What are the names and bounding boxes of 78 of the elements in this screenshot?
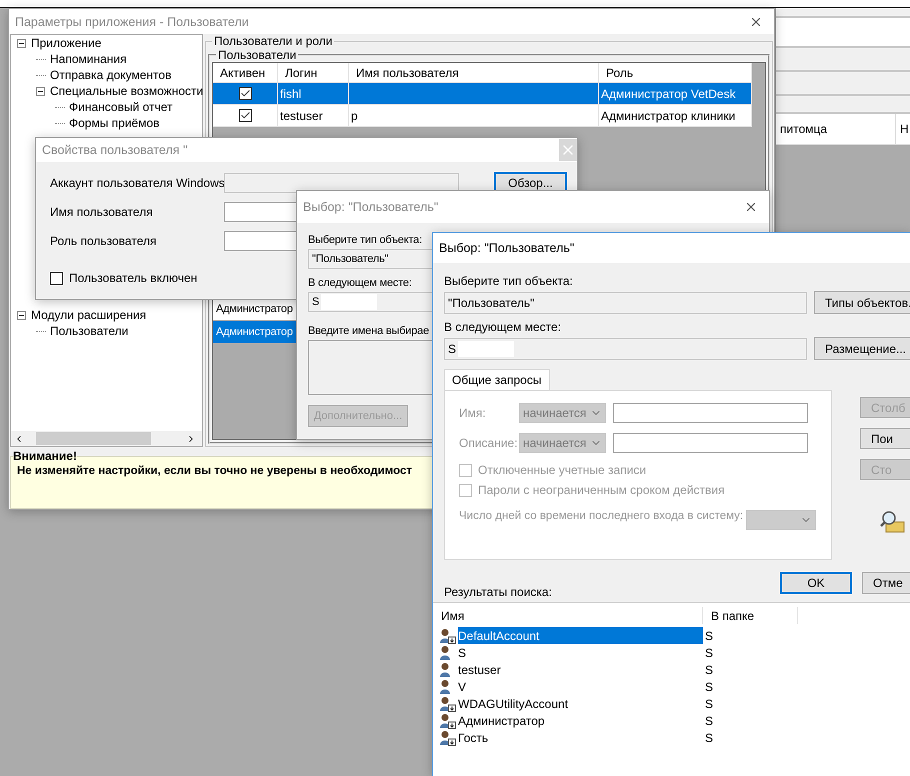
table-cell: p	[349, 105, 599, 127]
checkbox[interactable]	[50, 272, 63, 284]
tree-item[interactable]: Отправка документов	[50, 68, 172, 82]
table-cell: Администратор клиники	[599, 105, 752, 127]
column-header[interactable]: Роль	[599, 63, 752, 83]
column-header: Н	[896, 114, 910, 144]
column-header[interactable]: Логин	[278, 63, 349, 83]
redacted-block	[458, 340, 514, 356]
input-field[interactable]: S	[444, 338, 807, 360]
warning-title: Внимание!	[13, 449, 77, 463]
field-label: Имя:	[459, 406, 487, 420]
scrollbar-thumb[interactable]	[36, 432, 151, 445]
table-cell-text: S	[704, 696, 714, 712]
results-label: Результаты поиска:	[444, 585, 553, 599]
group-title: Пользователи и роли	[213, 34, 334, 48]
field-label: В следующем месте:	[444, 320, 562, 334]
column-header: питомца	[776, 114, 896, 144]
object-types-button[interactable]: Типы объектов.	[814, 291, 910, 314]
tab[interactable]: Общие запросы	[444, 369, 550, 390]
tree-item[interactable]: Напоминания	[50, 52, 127, 66]
dialog-title: Свойства пользователя ''	[42, 143, 188, 157]
side-button[interactable]: Пои	[860, 428, 910, 449]
tree-item[interactable]: Пользователи	[50, 324, 128, 338]
field-label: Выберите тип объекта:	[308, 234, 422, 246]
warning-text: Не изменяйте настройки, если вы точно не уверены в необходимост	[17, 465, 412, 477]
tree-item[interactable]: Специальные возможности	[50, 84, 204, 98]
table-cell-text: S	[704, 730, 714, 746]
list-item[interactable]: S	[458, 644, 703, 661]
group-title: Пользователи	[217, 48, 298, 62]
list-item[interactable]: Гость	[458, 729, 703, 746]
list-item[interactable]: DefaultAccount	[458, 627, 703, 644]
tree-item[interactable]: Формы приёмов	[69, 116, 160, 130]
list-item[interactable]: WDAGUtilityAccount	[458, 695, 703, 712]
field-label: Выберите тип объекта:	[444, 274, 573, 288]
field-label: Введите имена выбирае	[308, 325, 430, 337]
column-header[interactable]: Активен	[213, 63, 278, 83]
disabled-user-icon	[439, 730, 456, 746]
table-cell-text: S	[704, 678, 714, 695]
tree-item[interactable]: Финансовый отчет	[69, 100, 173, 114]
list-item[interactable]: testuser	[458, 661, 703, 678]
input-field[interactable]: "Пользователь"	[444, 292, 807, 314]
checkbox-label[interactable]: Пользователь включен	[50, 271, 198, 285]
ok-button[interactable]: OK	[780, 572, 852, 594]
table-cell-text: S	[704, 712, 714, 729]
column-header[interactable]: Имя	[433, 607, 703, 624]
field-label: Аккаунт пользователя Windows	[50, 176, 224, 190]
table-cell-text: S	[704, 662, 714, 678]
list-item[interactable]: V	[458, 678, 703, 695]
redacted-block	[321, 294, 378, 310]
table-cell-text: S	[704, 628, 714, 644]
column-header[interactable]: В папке	[703, 607, 798, 624]
tree-item[interactable]: Приложение	[31, 36, 102, 50]
field-label: Число дней со времени последнего входа в систему:	[459, 510, 744, 522]
field-label: Имя пользователя	[50, 205, 154, 219]
checkbox[interactable]	[238, 109, 252, 122]
table-row[interactable]: fishl Администратор VetDesk	[213, 83, 752, 105]
column-header[interactable]: Имя пользователя	[349, 63, 599, 83]
search-icon[interactable]	[880, 510, 906, 534]
field-label: В следующем месте:	[308, 277, 412, 289]
collapse-icon[interactable]	[36, 86, 45, 96]
dialog-title: Выбор: "Пользователь"	[303, 200, 438, 214]
table-row[interactable]: testuser p Администратор клиники	[213, 105, 752, 127]
list-item[interactable]: Администратор	[458, 712, 703, 729]
disabled-user-icon	[439, 628, 456, 644]
table-cell: testuser	[278, 105, 349, 127]
field-label: Роль пользователя	[50, 234, 158, 248]
table-cell-text: S	[704, 644, 714, 661]
disabled-user-icon	[439, 712, 456, 728]
dialog-title: Выбор: "Пользователь"	[439, 241, 574, 255]
locations-button[interactable]: Размещение...	[814, 337, 910, 360]
disabled-user-icon	[439, 696, 456, 712]
collapse-icon[interactable]	[17, 310, 26, 320]
cancel-button[interactable]: Отме	[862, 572, 910, 594]
window-title: Параметры приложения - Пользователи	[15, 14, 249, 28]
checkbox[interactable]	[238, 87, 252, 100]
tree-item[interactable]: Модули расширения	[31, 308, 146, 322]
collapse-icon[interactable]	[17, 38, 26, 48]
field-label: Описание:	[459, 436, 519, 450]
